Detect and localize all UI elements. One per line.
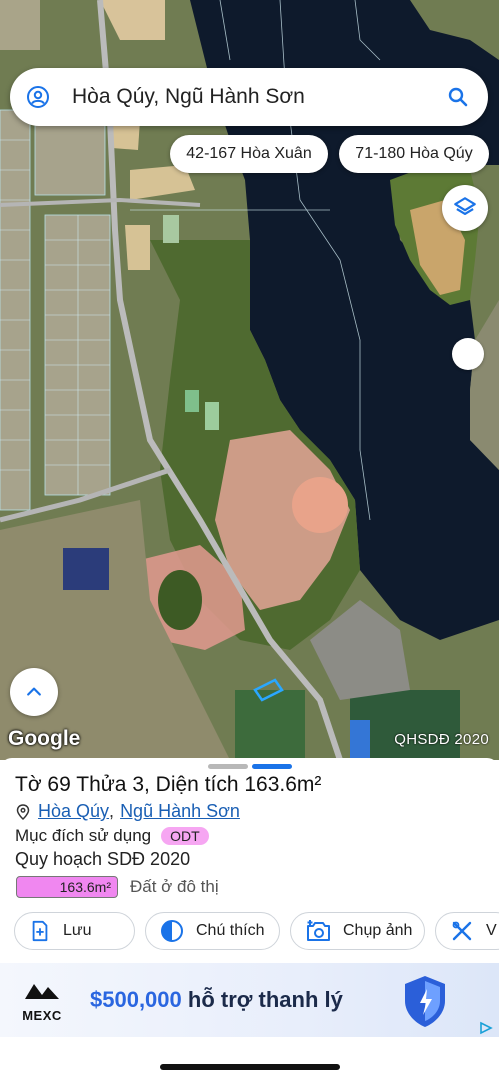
home-indicator[interactable]	[160, 1064, 340, 1070]
add-bookmark-icon	[32, 920, 48, 942]
comma: ,	[109, 801, 115, 821]
user-circle-icon[interactable]	[26, 85, 50, 109]
sheet-handle[interactable]	[208, 764, 248, 769]
shield-icon	[405, 976, 445, 1027]
ad-amount: $500,000	[90, 987, 182, 1012]
save-label: Lưu	[63, 922, 92, 939]
legend-label: Chú thích	[196, 922, 265, 939]
plan-title: Quy hoạch SDĐ 2020	[15, 849, 191, 869]
expand-button[interactable]	[10, 668, 58, 716]
search-icon[interactable]	[446, 85, 470, 109]
legend-button[interactable]: Chú thích	[145, 912, 280, 950]
district-link[interactable]: Ngũ Hành Sơn	[120, 801, 240, 822]
contrast-icon	[161, 920, 183, 942]
search-query[interactable]: Hòa Qúy, Ngũ Hành Sơn	[72, 85, 446, 109]
suggestion-chip[interactable]: 71-180 Hòa Qúy	[339, 135, 489, 173]
ward-link[interactable]: Hòa Qúy	[38, 801, 109, 822]
snapshot-label: Chụp ảnh	[343, 922, 413, 939]
save-button[interactable]: Lưu	[14, 912, 135, 950]
snapshot-button[interactable]: Chụp ảnh	[290, 912, 425, 950]
location-dot-button[interactable]	[452, 338, 484, 370]
google-logo: Google	[8, 727, 81, 750]
map-view[interactable]: Hòa Qúy, Ngũ Hành Sơn 42-167 Hòa Xuân 71…	[0, 0, 499, 760]
ad-text: hỗ trợ thanh lý	[181, 987, 343, 1012]
plan-legend-row: 163.6m² Đất ở đô thị	[16, 876, 219, 898]
suggestion-chip[interactable]: 42-167 Hòa Xuân	[170, 135, 328, 173]
search-bar[interactable]: Hòa Qúy, Ngũ Hành Sơn	[10, 68, 488, 126]
ad-brand: MEXC	[22, 1008, 62, 1023]
ad-banner[interactable]: MEXC $500,000 hỗ trợ thanh lý	[0, 963, 499, 1037]
plan-area-swatch: 163.6m²	[16, 876, 118, 898]
mexc-mountain-icon	[25, 984, 59, 999]
mexc-logo: MEXC	[18, 981, 66, 1023]
land-purpose: Mục đích sử dụng ODT	[15, 826, 209, 846]
layers-button[interactable]	[442, 185, 488, 231]
camera-add-icon	[307, 920, 330, 941]
layers-icon	[454, 197, 476, 216]
location-pin-icon	[16, 803, 30, 820]
purpose-badge: ODT	[161, 827, 209, 845]
tools-button[interactable]: V	[435, 912, 499, 950]
layer-label: QHSDĐ 2020	[394, 731, 489, 748]
chevron-up-icon	[27, 687, 41, 696]
plan-use-label: Đất ở đô thị	[130, 877, 219, 896]
tools-label: V	[486, 922, 497, 939]
ad-headline: $500,000 hỗ trợ thanh lý	[90, 987, 343, 1013]
parcel-address: Hòa Qúy, Ngũ Hành Sơn	[16, 801, 240, 822]
adchoices-icon[interactable]	[478, 1021, 494, 1035]
tools-icon	[452, 921, 472, 941]
sheet-handle-active[interactable]	[252, 764, 292, 769]
purpose-label: Mục đích sử dụng	[15, 826, 152, 845]
parcel-title: Tờ 69 Thửa 3, Diện tích 163.6m²	[15, 773, 322, 796]
bottom-safe-area	[0, 1037, 499, 1080]
